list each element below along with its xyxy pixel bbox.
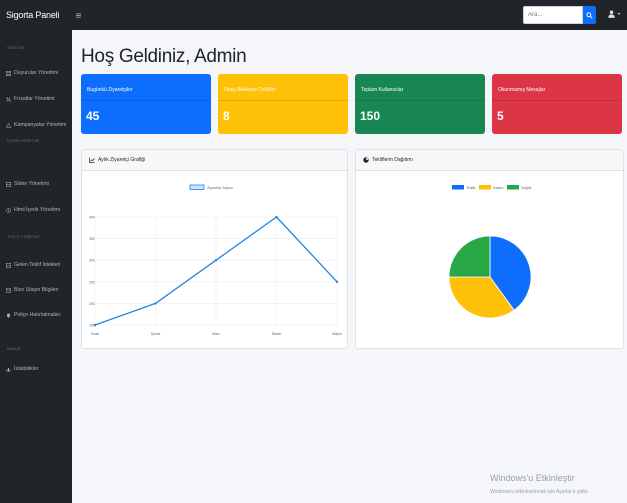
panel-title: Tekliflerin Dağılımı [372, 157, 413, 163]
card-divider [218, 100, 348, 101]
line-chart: 150200250300350400Ocak Şubat Mart Nisan Mayı… [89, 184, 342, 336]
y-tick-label: 400 [89, 216, 95, 220]
stat-card-value: 45 [86, 109, 100, 123]
sidebar: YÖNETİM Duyurular Yönetimi Fırsatlar Yön… [0, 30, 72, 503]
info-icon [6, 207, 11, 213]
mail-icon [6, 288, 11, 293]
sidebar-heading-analiz: ANALİZ [7, 347, 21, 351]
data-point [335, 280, 339, 283]
search-button[interactable] [583, 6, 596, 24]
legend-swatch [479, 185, 491, 190]
y-tick-label: 350 [89, 237, 95, 241]
chart-icon [6, 367, 11, 372]
search-input[interactable] [523, 6, 583, 24]
stat-card-value: 5 [497, 109, 504, 123]
hamburger-icon[interactable] [76, 11, 81, 20]
stat-card-pending-offers[interactable]: Onay Bekleyen Teklifler 8 [218, 74, 348, 134]
legend-label: Kasko [493, 186, 504, 190]
sidebar-heading-icerik: İÇERİK YÖNETİMİ [7, 139, 40, 143]
sidebar-item-firsatlar[interactable]: Fırsatlar Yönetimi [6, 96, 55, 102]
panel-header: Aylık Ziyaretçi Grafiği [82, 150, 347, 171]
x-tick-label: Mart [212, 332, 219, 336]
line-chart-icon [89, 157, 95, 163]
sidebar-item-slider[interactable]: Slider Yönetimi [6, 181, 49, 187]
list-icon [6, 70, 11, 76]
warning-icon [6, 122, 11, 128]
data-point [154, 302, 157, 305]
pie-chart-icon [363, 157, 369, 163]
sidebar-item-label: Duyurular Yönetimi [14, 70, 59, 76]
line-chart-panel: Aylık Ziyaretçi Grafiği 150 200 250 300 350 4… [81, 149, 348, 349]
windows-activation-subtitle: Windows'u etkinleştirmek için Ayarlar'a … [490, 489, 589, 495]
sidebar-heading-yonetim: YÖNETİM [7, 46, 25, 50]
stat-card-unread-messages[interactable]: Okunmamış Mesajlar 5 [492, 74, 622, 134]
user-icon [608, 10, 615, 18]
legend-swatch [189, 184, 205, 190]
sidebar-item-kampanyalar[interactable]: Kampanyalar Yönetimi [6, 122, 66, 128]
data-point [93, 323, 97, 327]
pie-chart: Trafik Kasko Sağlık [448, 185, 532, 319]
legend-label: Ziyaretçi Sayısı [207, 186, 233, 190]
sidebar-item-label: Kampanyalar Yönetimi [14, 122, 67, 128]
sidebar-item-label: Poliçe Hatırlatmaları [14, 312, 61, 318]
legend-swatch [507, 185, 519, 190]
stat-card-label: Toplam Kullanıcılar [361, 87, 404, 93]
bell-icon [6, 313, 11, 318]
stat-card-value: 150 [360, 109, 381, 123]
y-tick-label: 250 [89, 280, 95, 284]
inbox-icon [6, 262, 11, 268]
pie-chart-panel: Tekliflerin Dağılımı Trafik Kasko Sağlık [355, 149, 624, 349]
legend-label: Sağlık [521, 186, 532, 190]
x-tick-label: Mayıs [332, 332, 342, 336]
data-point [275, 215, 278, 219]
windows-activation-title: Windows'u Etkinleştir [490, 473, 575, 483]
sidebar-item-duyurular[interactable]: Duyurular Yönetimi [6, 70, 58, 76]
stat-card-label: Onay Bekleyen Teklifler [224, 87, 277, 93]
pie-slice [448, 235, 491, 278]
sidebar-item-police[interactable]: Poliçe Hatırlatmaları [6, 312, 61, 318]
sidebar-item-label: İstatistikler [14, 366, 39, 372]
x-tick-label: Ocak [91, 332, 100, 336]
sidebar-item-istatistikler[interactable]: İstatistikler [6, 366, 39, 372]
chevron-down-icon [617, 13, 621, 15]
sidebar-item-label: Slider Yönetimi [14, 181, 49, 187]
top-navbar: Sigorta Paneli [0, 0, 627, 30]
sidebar-item-html-icerik[interactable]: Html İçerik Yönetimi [6, 207, 60, 213]
stat-card-users[interactable]: Toplam Kullanıcılar 150 [355, 74, 485, 134]
percent-icon [6, 97, 11, 102]
card-divider [81, 100, 211, 101]
search-form [523, 6, 596, 24]
sidebar-item-label: Html İçerik Yönetimi [14, 207, 61, 213]
stat-card-label: Okunmamış Mesajlar [498, 87, 546, 93]
image-icon [6, 181, 11, 187]
card-divider [492, 100, 622, 101]
search-icon [586, 11, 593, 19]
stat-card-label: Bugünkü Ziyaretçiler [87, 87, 133, 93]
brand-title[interactable]: Sigorta Paneli [0, 10, 72, 20]
sidebar-item-label: Gelen Teklif İstekleri [14, 262, 61, 268]
data-point [214, 259, 218, 262]
y-tick-label: 200 [89, 302, 95, 306]
stat-card-visitors[interactable]: Bugünkü Ziyaretçiler 45 [81, 74, 211, 134]
y-tick-label: 300 [89, 259, 95, 263]
x-tick-label: Nisan [272, 332, 281, 336]
stat-card-value: 8 [223, 109, 230, 123]
card-divider [355, 100, 485, 101]
sidebar-item-label: Bize Ulaşın Bilgileri [14, 287, 59, 293]
user-menu[interactable] [608, 10, 621, 18]
sidebar-item-label: Fırsatlar Yönetimi [14, 96, 55, 102]
sidebar-item-bize-ulasin[interactable]: Bize Ulaşın Bilgileri [6, 287, 58, 293]
panel-header: Tekliflerin Dağılımı [356, 150, 623, 171]
panel-title: Aylık Ziyaretçi Grafiği [98, 157, 146, 163]
legend-label: Trafik [466, 186, 475, 190]
sidebar-item-gelen-teklif[interactable]: Gelen Teklif İstekleri [6, 262, 60, 268]
x-tick-label: Şubat [151, 332, 160, 336]
legend-swatch [452, 185, 464, 190]
page-title: Hoş Geldiniz, Admin [81, 46, 247, 67]
sidebar-heading-teklif: TEKLİF YÖNETİMİ [7, 235, 40, 239]
